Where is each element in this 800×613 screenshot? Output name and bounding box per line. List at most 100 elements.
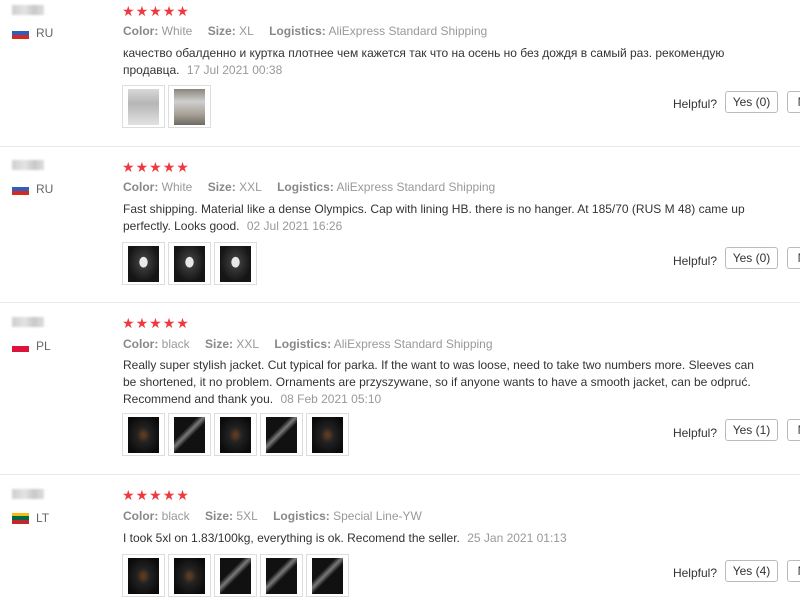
star-icon: ★ bbox=[149, 487, 162, 503]
star-icon: ★ bbox=[176, 315, 189, 331]
helpful-no-button[interactable]: N bbox=[787, 419, 800, 441]
review-text: Really super stylish jacket. Cut typical… bbox=[123, 358, 754, 406]
logistics-label: Logistics: bbox=[274, 337, 332, 351]
star-icon: ★ bbox=[122, 315, 135, 331]
country-info: LT bbox=[12, 511, 49, 525]
star-icon: ★ bbox=[135, 159, 149, 175]
star-icon: ★ bbox=[122, 487, 135, 503]
country-info: PL bbox=[12, 339, 51, 353]
flag-ru-icon bbox=[12, 27, 29, 39]
color-label: Color: bbox=[123, 337, 159, 351]
star-rating: ★ ★ ★ ★ ★ bbox=[122, 316, 189, 330]
review-photo[interactable] bbox=[122, 85, 165, 128]
logistics-label: Logistics: bbox=[277, 180, 334, 194]
star-rating: ★ ★ ★ ★ ★ bbox=[122, 488, 189, 502]
star-icon: ★ bbox=[122, 3, 135, 19]
star-icon: ★ bbox=[162, 315, 176, 331]
country-code: RU bbox=[36, 182, 54, 196]
review-photo[interactable] bbox=[122, 242, 165, 285]
helpful-yes-button[interactable]: Yes (1) bbox=[725, 419, 778, 441]
review-photo[interactable] bbox=[306, 413, 349, 456]
logistics-value: Special Line-YW bbox=[333, 509, 422, 523]
star-icon: ★ bbox=[149, 3, 162, 19]
review-photo[interactable] bbox=[260, 413, 303, 456]
review-photo[interactable] bbox=[168, 554, 211, 597]
color-label: Color: bbox=[123, 509, 159, 523]
color-value: black bbox=[161, 337, 190, 351]
review-photo[interactable] bbox=[306, 554, 349, 597]
flag-pl-icon bbox=[12, 340, 29, 352]
size-label: Size: bbox=[205, 337, 234, 351]
review-meta: Color: black Size: XXL Logistics: AliExp… bbox=[123, 337, 505, 351]
country-info: RU bbox=[12, 182, 53, 196]
review-date: 17 Jul 2021 00:38 bbox=[186, 63, 283, 77]
review-text: качество обалденно и куртка плотнее чем … bbox=[123, 46, 725, 77]
review-meta: Color: black Size: 5XL Logistics: Specia… bbox=[123, 509, 434, 523]
color-value: White bbox=[161, 24, 193, 38]
flag-ru-icon bbox=[12, 183, 29, 195]
review-date: 02 Jul 2021 16:26 bbox=[246, 219, 343, 233]
star-icon: ★ bbox=[162, 487, 176, 503]
photo-thumbnails bbox=[122, 85, 211, 128]
size-value: XXL bbox=[239, 180, 262, 194]
logistics-label: Logistics: bbox=[269, 24, 326, 38]
helpful-yes-button[interactable]: Yes (4) bbox=[725, 560, 778, 582]
review-photo[interactable] bbox=[168, 413, 211, 456]
star-icon: ★ bbox=[135, 487, 149, 503]
color-value: black bbox=[161, 509, 190, 523]
size-label: Size: bbox=[207, 24, 236, 38]
size-label: Size: bbox=[207, 180, 236, 194]
color-value: White bbox=[161, 180, 193, 194]
size-value: XXL bbox=[236, 337, 260, 351]
star-icon: ★ bbox=[176, 3, 189, 19]
size-label: Size: bbox=[205, 509, 234, 523]
logistics-value: AliExpress Standard Shipping bbox=[336, 180, 496, 194]
review-photo[interactable] bbox=[214, 413, 257, 456]
review-meta: Color: White Size: XL Logistics: AliExpr… bbox=[123, 24, 499, 38]
review-date: 25 Jan 2021 01:13 bbox=[467, 531, 567, 545]
review-divider bbox=[0, 146, 800, 147]
review-photo[interactable] bbox=[122, 413, 165, 456]
star-icon: ★ bbox=[122, 159, 135, 175]
star-icon: ★ bbox=[135, 3, 149, 19]
helpful-yes-button[interactable]: Yes (0) bbox=[725, 91, 778, 113]
username-blurred bbox=[12, 5, 44, 15]
review-photo[interactable] bbox=[260, 554, 303, 597]
review-photo[interactable] bbox=[214, 242, 257, 285]
color-label: Color: bbox=[123, 180, 159, 194]
helpful-yes-button[interactable]: Yes (0) bbox=[725, 247, 778, 269]
logistics-value: AliExpress Standard Shipping bbox=[328, 24, 488, 38]
review-meta: Color: White Size: XXL Logistics: AliExp… bbox=[123, 180, 507, 194]
star-rating: ★ ★ ★ ★ ★ bbox=[122, 4, 189, 18]
country-code: RU bbox=[36, 26, 54, 40]
review-photo[interactable] bbox=[214, 554, 257, 597]
country-code: PL bbox=[36, 339, 51, 353]
star-icon: ★ bbox=[135, 315, 149, 331]
username-blurred bbox=[12, 160, 44, 170]
helpful-label: Helpful? bbox=[672, 566, 717, 580]
review-text: Fast shipping. Material like a dense Oly… bbox=[123, 202, 745, 233]
star-icon: ★ bbox=[162, 159, 176, 175]
review-divider bbox=[0, 302, 800, 303]
review-text: I took 5xl on 1.83/100kg, everything is … bbox=[123, 531, 567, 545]
photo-thumbnails bbox=[122, 242, 257, 285]
size-value: 5XL bbox=[236, 509, 258, 523]
star-icon: ★ bbox=[176, 159, 189, 175]
helpful-label: Helpful? bbox=[672, 426, 717, 440]
logistics-value: AliExpress Standard Shipping bbox=[333, 337, 493, 351]
logistics-label: Logistics: bbox=[273, 509, 330, 523]
username-blurred bbox=[12, 489, 44, 499]
photo-thumbnails bbox=[122, 413, 349, 456]
flag-lt-icon bbox=[12, 512, 29, 524]
review-photo[interactable] bbox=[122, 554, 165, 597]
helpful-no-button[interactable]: N bbox=[787, 91, 800, 113]
helpful-label: Helpful? bbox=[672, 254, 717, 268]
helpful-no-button[interactable]: N bbox=[787, 560, 800, 582]
size-value: XL bbox=[239, 24, 254, 38]
review-photo[interactable] bbox=[168, 85, 211, 128]
review-photo[interactable] bbox=[168, 242, 211, 285]
star-icon: ★ bbox=[149, 159, 162, 175]
star-icon: ★ bbox=[149, 315, 162, 331]
helpful-no-button[interactable]: N bbox=[787, 247, 800, 269]
country-code: LT bbox=[36, 511, 50, 525]
